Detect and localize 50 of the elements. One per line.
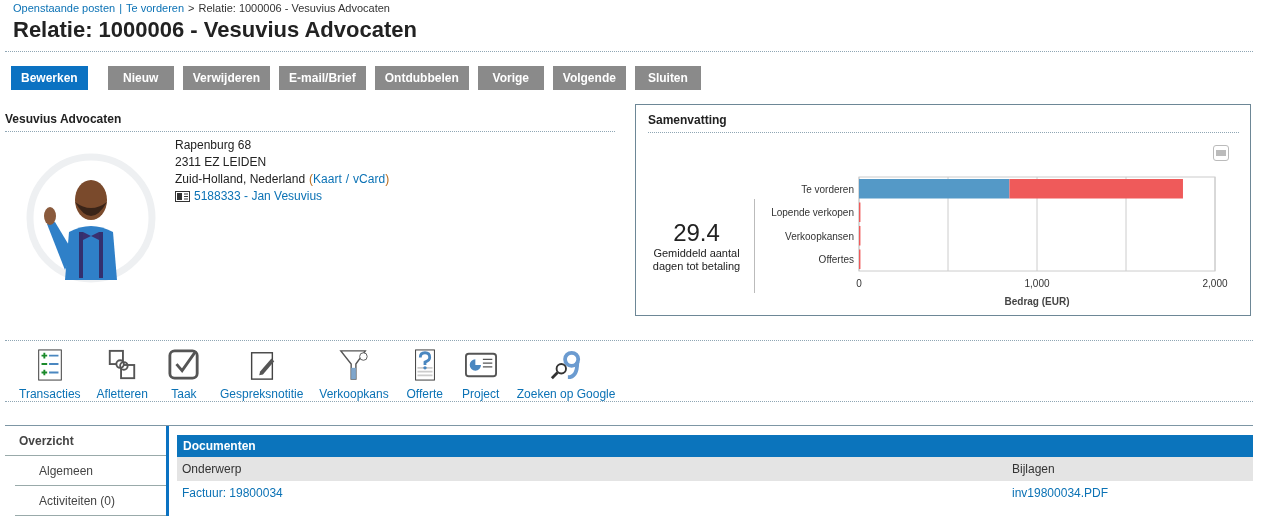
tick-label: 1,000 [1024,278,1050,289]
breadcrumb-arrow: > [188,2,195,14]
document-link[interactable]: Factuur: 19800034 [177,486,1007,500]
action-button[interactable]: Verwijderen [182,66,271,90]
breadcrumb-link[interactable]: Openstaande posten [13,2,116,14]
action-button[interactable]: E-mail/Brief [279,66,366,90]
action-link[interactable]: Afletteren [88,349,156,401]
section-header: Documenten [177,435,1253,457]
action-link[interactable]: Zoeken op Google [508,349,624,401]
action-button[interactable]: Ontdubbelen [374,66,469,90]
action-button[interactable]: Sluiten [634,66,701,90]
action-button[interactable]: Nieuw [107,66,174,90]
page-title: Relatie: 1000006 - Vesuvius Advocaten [12,16,418,44]
action-button[interactable]: Vorige [477,66,544,90]
action-link[interactable]: Transacties [11,349,89,401]
column-header: Onderwerp [181,462,243,476]
parenthesis: ) [385,171,390,188]
export-icon[interactable] [1213,145,1229,161]
tick-label: 0 [856,278,862,289]
link-separator: / [344,171,351,188]
action-link[interactable]: Offerte [396,349,453,401]
axis-label: Te vorderen [801,183,854,195]
axis-label: Lopende verkopen [771,207,854,219]
map-link[interactable]: Kaart [313,171,342,188]
action-link[interactable]: Project [452,349,509,401]
address-line: Zuid-Holland, Nederland [175,171,306,188]
column-header: Bijlagen [1011,462,1056,476]
parenthesis: ( [309,171,314,188]
breadcrumb-link[interactable]: Te vorderen [126,2,185,14]
action-link[interactable]: Verkoopkans [311,349,397,401]
section-heading: Vesuvius Advocaten [5,104,615,132]
address-line: 2311 EZ LEIDEN [175,154,267,171]
address-line: Rapenburg 68 [175,137,252,154]
action-link[interactable]: Taak [155,349,212,401]
section-heading: Samenvatting [648,105,1239,133]
tick-label: 2,000 [1202,278,1228,289]
contact-card-icon [175,191,190,202]
breadcrumb-current: Relatie: 1000006 - Vesuvius Advocaten [198,2,390,14]
axis-title: Bedrag (EUR) [1004,296,1070,307]
vcard-link[interactable]: vCard [353,171,386,188]
primary-button[interactable]: Bewerken [11,66,88,90]
kpi-label: Gemiddeld aantal dagen tot betaling [651,247,742,273]
kpi-value: 29.4 [672,219,721,247]
axis-label: Verkoopkansen [785,230,854,242]
action-button[interactable]: Volgende [552,66,626,90]
document-link[interactable]: inv19800034.PDF [1007,486,1253,500]
action-link[interactable]: Gespreksnotitie [211,349,312,401]
axis-label: Offertes [818,254,854,266]
breadcrumb-separator: | [119,2,122,14]
contact-person-link[interactable]: 5188333 - Jan Vesuvius [194,188,323,205]
